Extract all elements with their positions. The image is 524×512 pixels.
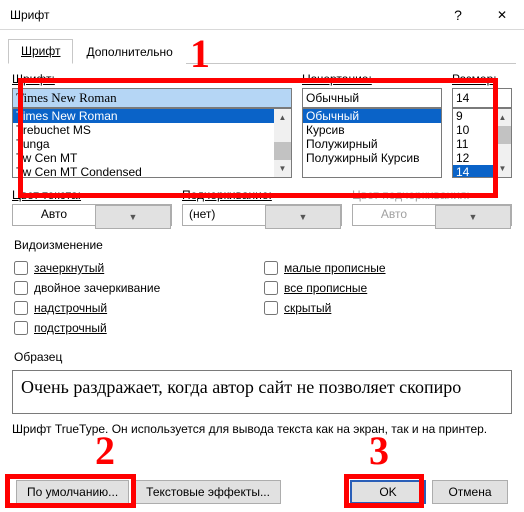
preview-text: Очень раздражает, когда автор сайт не по… (21, 377, 461, 397)
preview-box: Очень раздражает, когда автор сайт не по… (12, 370, 512, 414)
scrollbar[interactable]: ▲ ▼ (274, 109, 291, 177)
list-item[interactable]: Tw Cen MT (13, 151, 274, 165)
ulcolor-label: Цвет подчеркивания: (352, 188, 512, 202)
style-label: Начертание: (302, 72, 442, 86)
size-label: Размер: (452, 72, 512, 86)
footer: По умолчанию... Текстовые эффекты... OK … (0, 480, 524, 504)
check-superscript[interactable]: надстрочный (12, 298, 262, 318)
check-subscript[interactable]: подстрочный (12, 318, 262, 338)
list-item[interactable]: Trebuchet MS (13, 123, 274, 137)
textfx-button[interactable]: Текстовые эффекты... (135, 480, 281, 504)
list-item[interactable]: 10 (453, 123, 494, 137)
help-button[interactable]: ? (436, 0, 480, 29)
list-item[interactable]: 11 (453, 137, 494, 151)
list-item[interactable]: 9 (453, 109, 494, 123)
check-hidden[interactable]: скрытый (262, 298, 512, 318)
list-item[interactable]: Полужирный (303, 137, 441, 151)
color-label: Цвет текста: (12, 188, 172, 202)
list-item[interactable]: Tw Cen MT Condensed (13, 165, 274, 177)
underline-label: Подчеркивание: (182, 188, 342, 202)
check-smallcaps[interactable]: малые прописные (262, 258, 512, 278)
scroll-thumb[interactable] (494, 126, 511, 144)
tab-advanced[interactable]: Дополнительно (73, 40, 185, 64)
list-item[interactable]: Обычный (303, 109, 441, 123)
ulcolor-dropdown: Авто ▼ (352, 204, 512, 226)
scroll-thumb[interactable] (274, 142, 291, 160)
cancel-button[interactable]: Отмена (432, 480, 508, 504)
sample-label: Образец (14, 350, 512, 364)
size-input[interactable] (452, 88, 512, 108)
chevron-down-icon[interactable]: ▼ (95, 205, 171, 229)
scroll-up-icon[interactable]: ▲ (494, 109, 511, 126)
list-item[interactable]: 14 (453, 165, 494, 177)
ok-button[interactable]: OK (350, 480, 426, 504)
size-listbox[interactable]: 9 10 11 12 14 ▲ ▼ (452, 108, 512, 178)
font-listbox[interactable]: Times New Roman Trebuchet MS Tunga Tw Ce… (12, 108, 292, 178)
list-item[interactable]: Times New Roman (13, 109, 274, 123)
style-listbox[interactable]: Обычный Курсив Полужирный Полужирный Кур… (302, 108, 442, 178)
titlebar: Шрифт ? ✕ (0, 0, 524, 30)
list-item[interactable]: Tunga (13, 137, 274, 151)
scroll-down-icon[interactable]: ▼ (494, 160, 511, 177)
font-input[interactable] (12, 88, 292, 108)
underline-dropdown[interactable]: (нет) ▼ (182, 204, 342, 226)
list-item[interactable]: Курсив (303, 123, 441, 137)
scroll-up-icon[interactable]: ▲ (274, 109, 291, 126)
window-title: Шрифт (10, 8, 436, 22)
effects-label: Видоизменение (14, 238, 512, 252)
style-input[interactable] (302, 88, 442, 108)
chevron-down-icon[interactable]: ▼ (265, 205, 341, 229)
scroll-down-icon[interactable]: ▼ (274, 160, 291, 177)
chevron-down-icon: ▼ (435, 205, 511, 229)
font-note: Шрифт TrueType. Он используется для выво… (12, 422, 512, 436)
tab-font[interactable]: Шрифт (8, 39, 73, 64)
font-label: Шрифт: (12, 72, 292, 86)
check-strike[interactable]: зачеркнутый (12, 258, 262, 278)
close-button[interactable]: ✕ (480, 0, 524, 29)
panel-body: Шрифт: Times New Roman Trebuchet MS Tung… (0, 64, 524, 436)
list-item[interactable]: Полужирный Курсив (303, 151, 441, 165)
check-dblstrike[interactable]: двойное зачеркивание (12, 278, 262, 298)
color-dropdown[interactable]: Авто ▼ (12, 204, 172, 226)
tabstrip: Шрифт Дополнительно (8, 38, 516, 64)
list-item[interactable]: 12 (453, 151, 494, 165)
default-button[interactable]: По умолчанию... (16, 480, 129, 504)
scrollbar[interactable]: ▲ ▼ (494, 109, 511, 177)
check-allcaps[interactable]: все прописные (262, 278, 512, 298)
